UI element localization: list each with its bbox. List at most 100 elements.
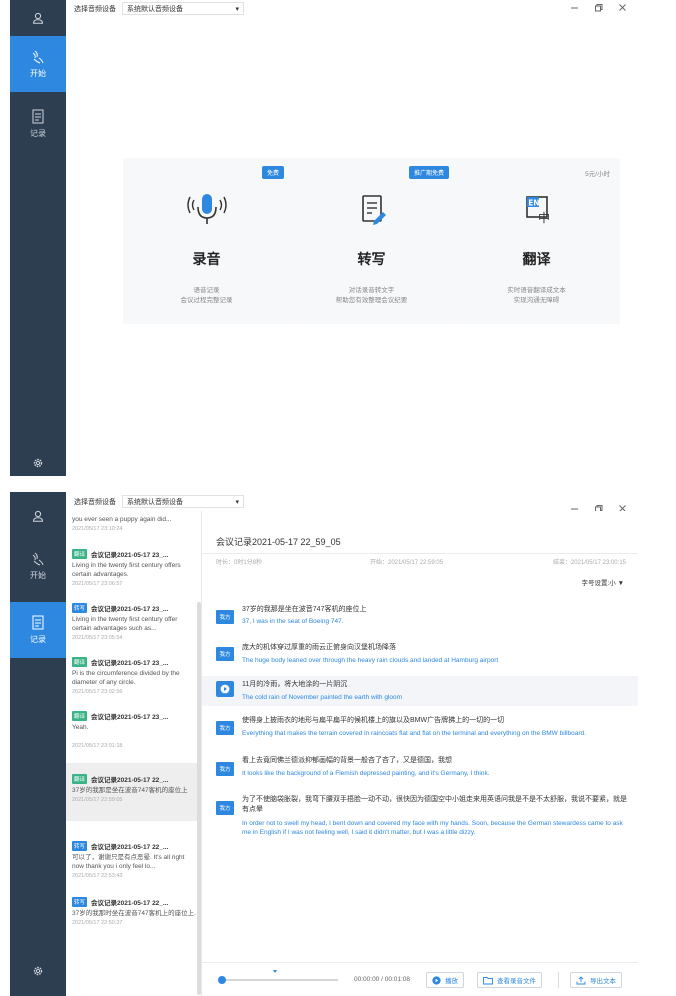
list-item-title: 会议记录2021-05-17 22_...: [91, 900, 169, 907]
font-size-setting[interactable]: 字号设置:小 ▼: [581, 577, 624, 587]
list-item-time: 2021/05/17 23:01:18: [72, 743, 123, 749]
export-text-label: 导出文本: [590, 978, 616, 985]
sidebar-item-start[interactable]: 开始: [10, 36, 66, 92]
microphone-hand-icon: [32, 50, 44, 64]
list-scrollbar[interactable]: [197, 602, 201, 995]
sidebar-item-label: 记录: [30, 129, 46, 138]
gear-icon: [33, 458, 43, 468]
list-item[interactable]: 翻译 会议记录2021-05-17 23_... Pi is the circum…: [66, 657, 201, 695]
microphone-icon: [123, 191, 290, 229]
records-window: 开始 记录 选择音频设备 系统默认音频设备 ▾ you ever seen a …: [10, 492, 638, 996]
list-item-body: Living in the twenty first century offer…: [72, 562, 181, 578]
record-detail: 会议记录2021-05-17 22_59_05 时长：0时1分8秒 开始：202…: [202, 511, 638, 996]
list-item-time: 2021/05/17 23:02:56: [72, 689, 123, 695]
transcribe-tag: 转写: [72, 897, 88, 907]
start-page: 免费 录音 语音记录 会议过程完整记录 推广期免费 转写 对话录音转文字 帮助您…: [66, 17, 638, 476]
list-item-title: 会议记录2021-05-17 23_...: [91, 552, 169, 559]
message-source-text: 11月的冷雨，将大地涂的一片阴沉: [242, 681, 348, 688]
message-source-text: 看上去竟同佛兰德派抑郁画幅的背景一般吝了吝了，又是德国，我想: [242, 757, 452, 764]
list-item-body: 37岁的我那是坐在波音747客机的座位上: [72, 787, 188, 794]
start-window: 开始 记录 选择音频设备 系统默认音频设备 ▾ 免费 录音 语音记录 会议过程完…: [10, 0, 638, 476]
device-select[interactable]: 系统默认音频设备 ▾: [122, 495, 244, 508]
sidebar: 开始 记录: [10, 492, 66, 996]
caret-down-icon: ▾: [235, 498, 239, 506]
view-file-label: 查看录音文件: [497, 978, 536, 985]
user-avatar-button[interactable]: [10, 0, 66, 36]
speaker-badge: 我方: [216, 762, 234, 776]
end-time-label: 结束：2021/05/17 23:00:15: [552, 560, 626, 566]
free-badge: 免费: [261, 166, 284, 179]
list-item[interactable]: 翻译 会议记录2021-05-17 23_... Yeah. 2021/05/17…: [66, 711, 201, 749]
sidebar-item-start[interactable]: 开始: [10, 538, 66, 594]
export-text-button[interactable]: 导出文本: [570, 972, 622, 988]
list-item-time: 2021/05/17 22:53:43: [72, 873, 123, 879]
list-item-title: 会议记录2021-05-17 22_...: [91, 777, 169, 784]
list-item-time: 2021/05/17 22:59:05: [72, 797, 123, 803]
card-title: 翻译: [522, 251, 551, 267]
device-select[interactable]: 系统默认音频设备 ▾: [122, 2, 244, 15]
list-item[interactable]: 转写 会议记录2021-05-17 23_... Living in the tw…: [66, 603, 201, 641]
sidebar-item-records[interactable]: 记录: [10, 96, 66, 152]
message-source-text: 庞大的机体穿过厚重的雨云正俯身向汉堡机场降落: [242, 644, 396, 651]
upload-icon: [576, 975, 586, 984]
list-item[interactable]: 转写 会议记录2021-05-17 22_... 可以了，谢谢只是有点恶晕. It…: [66, 841, 201, 879]
playback-time: 00:00:00 / 00:01:08: [354, 976, 411, 983]
svg-text:中: 中: [538, 210, 550, 225]
translate-tag: 翻译: [72, 657, 88, 667]
list-item-title: 会议记录2021-05-17 22_...: [91, 844, 169, 851]
list-item[interactable]: 翻译 会议记录2021-05-17 23_... Living in the tw…: [66, 549, 201, 587]
device-label: 选择音频设备: [74, 5, 116, 13]
price-label: 5元/小时: [585, 171, 610, 178]
play-segment-button[interactable]: [216, 681, 234, 697]
caret-down-icon: ▾: [235, 5, 239, 13]
close-button[interactable]: [616, 1, 628, 13]
translate-tag: 翻译: [72, 774, 88, 784]
message-source-text: 37岁的我那是坐在波音747客机的座位上: [242, 606, 367, 613]
start-time-label: 开始：2021/05/17 22:59:05: [370, 560, 444, 566]
folder-icon: [483, 976, 493, 984]
play-button[interactable]: 播放: [426, 972, 464, 988]
progress-thumb[interactable]: [218, 976, 226, 984]
list-item-time: 2021/05/17 23:06:57: [72, 581, 123, 587]
card-desc-line: 帮助您有效整理会议纪要: [335, 297, 408, 304]
list-item-title: 会议记录2021-05-17 23_...: [91, 714, 169, 721]
sidebar-item-label: 开始: [30, 571, 46, 580]
message-source-text: 使得身上披雨衣的地形与扁平扁平的候机楼上的旗以及BMW广告牌拂上的一切的一切: [242, 717, 505, 724]
sidebar-item-label: 开始: [30, 69, 46, 78]
record-title: 会议记录2021-05-17 22_59_05: [216, 537, 341, 547]
settings-button[interactable]: [10, 451, 66, 475]
message-translation-text: 37, I was in the seat of Boeing 747.: [242, 618, 344, 625]
list-item[interactable]: 转写 会议记录2021-05-17 22_... 37岁的我那时坐在波音747客机…: [66, 897, 201, 926]
progress-track[interactable]: [220, 979, 338, 981]
view-recording-file-button[interactable]: 查看录音文件: [477, 972, 542, 988]
list-item[interactable]: you ever seen a puppy again did... 2021/…: [66, 513, 201, 532]
record-card[interactable]: 免费 录音 语音记录 会议过程完整记录: [123, 158, 290, 324]
close-icon: [618, 3, 626, 11]
card-desc-line: 对话录音转文字: [348, 287, 395, 294]
play-button-label: 播放: [445, 978, 458, 985]
transcribe-tag: 转写: [72, 841, 88, 851]
translate-card[interactable]: 5元/小时 EN 中 翻译 实时语音翻译成文本 实现沟通无障碍: [453, 158, 620, 324]
restore-button[interactable]: [592, 1, 604, 13]
list-item-body: Living in the twenty first century offer…: [72, 616, 178, 632]
message-translation-text: In order not to swell my head, I bent do…: [242, 820, 623, 836]
list-item-body: Yeah.: [72, 724, 89, 731]
card-description: 语音记录 会议过程完整记录: [123, 286, 290, 306]
list-item-title: 会议记录2021-05-17 23_...: [91, 606, 169, 613]
settings-button[interactable]: [10, 959, 66, 983]
duration-label: 时长：0时1分8秒: [216, 560, 263, 566]
user-avatar-button[interactable]: [10, 498, 66, 534]
speaker-badge: 我方: [216, 721, 234, 735]
edit-document-icon: [288, 191, 455, 229]
list-item-selected[interactable]: 翻译 会议记录2021-05-17 22_... 37岁的我那是坐在波音747客机…: [66, 763, 201, 821]
transcribe-card[interactable]: 推广期免费 转写 对话录音转文字 帮助您有效整理会议纪要: [288, 158, 455, 324]
playback-bar: 00:00:00 / 00:01:08 播放 查看录音文件 导出文本: [202, 962, 638, 996]
sidebar-item-records[interactable]: 记录: [10, 602, 66, 658]
list-item-body: 可以了，谢谢只是有点恶晕. It's all right now thank y…: [72, 854, 185, 870]
card-desc-line: 语音记录: [193, 287, 220, 294]
card-description: 对话录音转文字 帮助您有效整理会议纪要: [288, 286, 455, 306]
transcribe-tag: 转写: [72, 603, 88, 613]
top-bar: 选择音频设备 系统默认音频设备 ▾: [66, 492, 638, 512]
minimize-button[interactable]: [568, 1, 580, 13]
message-translation-text: The huge body leaned over through the he…: [242, 657, 499, 664]
